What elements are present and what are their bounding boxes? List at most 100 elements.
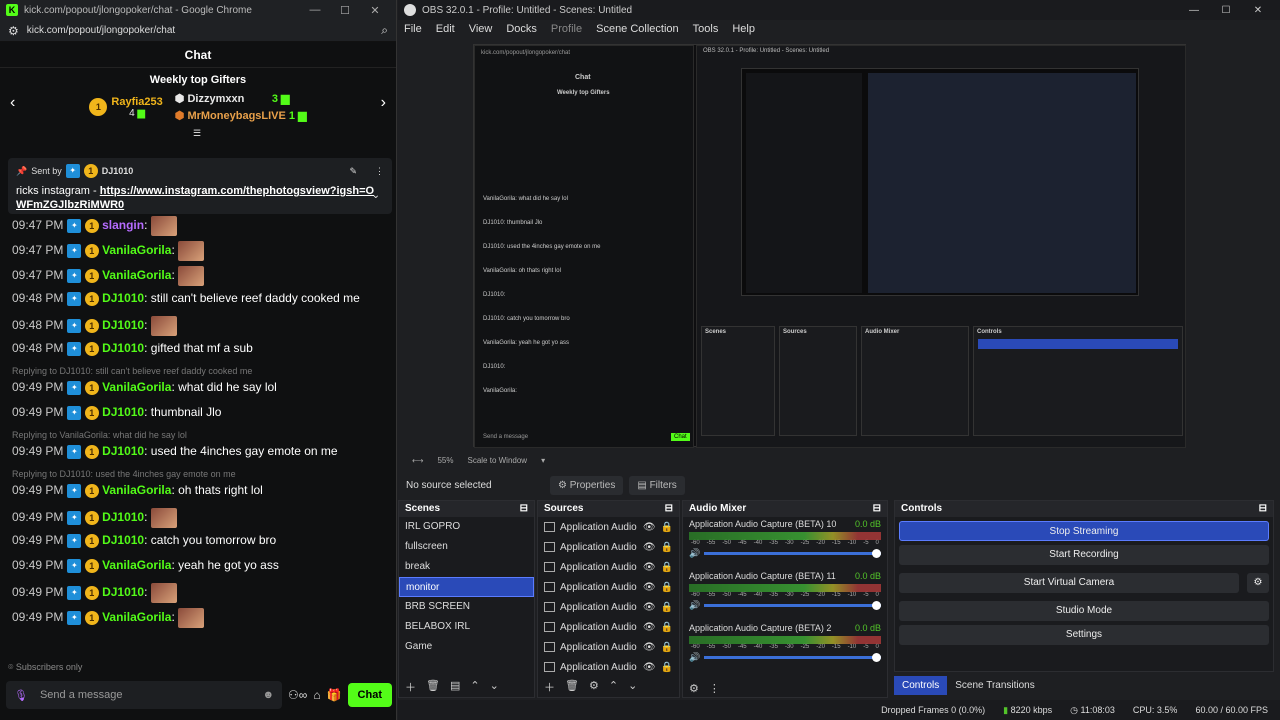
dock-undock-icon[interactable]: ⊟ — [665, 503, 673, 515]
speaker-icon[interactable]: 🔊 — [689, 548, 700, 559]
tab-controls[interactable]: Controls — [894, 676, 948, 695]
trash-icon[interactable]: 🗑 — [426, 679, 440, 695]
scene-item[interactable]: break — [399, 557, 534, 577]
scene-item[interactable]: fullscreen — [399, 537, 534, 557]
message-username[interactable]: DJ1010 — [102, 318, 144, 332]
more-icon[interactable]: ⋮ — [709, 682, 720, 695]
volume-slider[interactable] — [704, 653, 881, 662]
gift-sub-icon[interactable]: 🎁 — [327, 688, 342, 702]
address-bar[interactable]: ⚙ kick.com/popout/jlongopoker/chat ⌕ — [0, 20, 396, 42]
scene-item[interactable]: Game — [399, 637, 534, 657]
message-username[interactable]: slangin — [102, 218, 144, 232]
move-up-icon[interactable]: ⌃ — [609, 679, 618, 695]
next-arrow-icon[interactable]: › — [381, 94, 386, 112]
pinned-user[interactable]: DJ1010 — [102, 166, 134, 176]
lock-icon[interactable]: 🔒 — [661, 622, 673, 633]
lock-icon[interactable]: 🔒 — [661, 542, 673, 553]
close-icon[interactable]: ✕ — [360, 4, 390, 17]
lock-icon[interactable]: 🔒 — [661, 642, 673, 653]
menu-tools[interactable]: Tools — [693, 23, 719, 35]
eye-icon[interactable]: 👁 — [643, 562, 656, 573]
dock-undock-icon[interactable]: ⊟ — [1259, 503, 1267, 515]
preview-canvas[interactable]: kick.com/popout/jlongopoker/chat Chat We… — [473, 44, 1186, 448]
message-username[interactable]: VanilaGorila — [102, 483, 171, 497]
zoom-icon[interactable]: ⌕ — [381, 23, 388, 38]
close-icon[interactable]: ✕ — [1242, 5, 1274, 16]
stop-streaming-button[interactable]: Stop Streaming — [899, 521, 1269, 541]
site-settings-icon[interactable]: ⚙ — [8, 24, 19, 38]
menu-edit[interactable]: Edit — [436, 23, 455, 35]
message-username[interactable]: VanilaGorila — [102, 610, 171, 624]
minimize-icon[interactable]: — — [1178, 5, 1210, 16]
resize-icon[interactable]: ⟷ — [412, 456, 423, 465]
gear-icon[interactable]: ⚙ — [1247, 573, 1269, 593]
volume-knob[interactable] — [872, 601, 881, 610]
menu-view[interactable]: View — [469, 23, 493, 35]
tab-scene-transitions[interactable]: Scene Transitions — [947, 676, 1043, 695]
top-gifter[interactable]: 1 Rayfia253 4 ▆ — [89, 92, 163, 122]
lock-icon[interactable]: 🔒 — [661, 602, 673, 613]
volume-slider[interactable] — [704, 601, 881, 610]
chevron-down-icon[interactable]: ▾ — [541, 456, 545, 465]
message-username[interactable]: DJ1010 — [102, 341, 144, 355]
menu-help[interactable]: Help — [732, 23, 755, 35]
dock-undock-icon[interactable]: ⊟ — [873, 503, 881, 515]
filter-icon[interactable]: ▤ — [450, 679, 460, 695]
scene-item[interactable]: monitor — [399, 577, 534, 597]
prev-arrow-icon[interactable]: ‹ — [10, 94, 15, 112]
source-item[interactable]: Application Audio 👁 🔒 — [538, 537, 679, 557]
scale-mode[interactable]: Scale to Window — [467, 456, 527, 465]
lock-icon[interactable]: 🔒 — [661, 562, 673, 573]
source-item[interactable]: Application Audio 👁 🔒 — [538, 557, 679, 577]
scene-item[interactable]: IRL GOPRO — [399, 517, 534, 537]
message-username[interactable]: DJ1010 — [102, 510, 144, 524]
url-text[interactable]: kick.com/popout/jlongopoker/chat — [27, 25, 382, 36]
studio-mode-button[interactable]: Studio Mode — [899, 601, 1269, 621]
eye-icon[interactable]: 👁 — [643, 582, 656, 593]
reply-context[interactable]: Replying to DJ1010: still can't believe … — [12, 366, 252, 376]
eye-icon[interactable]: 👁 — [643, 622, 656, 633]
scene-item[interactable]: BELABOX IRL — [399, 617, 534, 637]
maximize-icon[interactable]: ☐ — [1210, 5, 1242, 16]
start-virtual-camera-button[interactable]: Start Virtual Camera — [899, 573, 1239, 593]
source-item[interactable]: Application Audio 👁 🔒 — [538, 617, 679, 637]
volume-knob[interactable] — [872, 549, 881, 558]
eye-icon[interactable]: 👁 — [643, 662, 656, 673]
advanced-audio-icon[interactable]: ⚙ — [689, 682, 699, 695]
chevron-down-icon[interactable]: ⌄ — [372, 190, 380, 201]
reply-context[interactable]: Replying to DJ1010: used the 4inches gay… — [12, 469, 236, 479]
move-up-icon[interactable]: ⌃ — [470, 679, 479, 695]
source-item[interactable]: Application Audio 👁 🔒 — [538, 637, 679, 657]
reply-context[interactable]: Replying to VanilaGorila: what did he sa… — [12, 430, 187, 440]
source-item[interactable]: Application Audio 👁 🔒 — [538, 577, 679, 597]
emote-picker-icon[interactable]: ⚇∞ — [288, 688, 307, 702]
source-item[interactable]: Application Audio 👁 🔒 — [538, 517, 679, 537]
gifter-row[interactable]: ⬢ Dizzymxxn 3 ▆ — [175, 92, 290, 105]
settings-button[interactable]: Settings — [899, 625, 1269, 645]
menu-scene-collection[interactable]: Scene Collection — [596, 23, 679, 35]
menu-profile[interactable]: Profile — [551, 23, 582, 35]
volume-knob[interactable] — [872, 653, 881, 662]
properties-button[interactable]: ⚙ Properties — [550, 475, 624, 495]
message-username[interactable]: DJ1010 — [102, 291, 144, 305]
volume-slider[interactable] — [704, 549, 881, 558]
lock-icon[interactable]: 🔒 — [661, 662, 673, 673]
menu-file[interactable]: File — [404, 23, 422, 35]
message-username[interactable]: VanilaGorila — [102, 243, 171, 257]
scene-item[interactable]: BRB SCREEN — [399, 597, 534, 617]
message-username[interactable]: VanilaGorila — [102, 380, 171, 394]
more-icon[interactable]: ⋮ — [375, 166, 384, 177]
menu-docks[interactable]: Docks — [506, 23, 537, 35]
message-username[interactable]: DJ1010 — [102, 405, 144, 419]
store-icon[interactable]: ⌂ — [313, 688, 320, 702]
unpin-icon[interactable]: ✎ — [349, 166, 357, 177]
zoom-level[interactable]: 55% — [437, 456, 453, 465]
trash-icon[interactable]: 🗑 — [565, 679, 579, 695]
add-icon[interactable]: ＋ — [544, 679, 555, 695]
speaker-icon[interactable]: 🔊 — [689, 600, 700, 611]
eye-icon[interactable]: 👁 — [643, 542, 656, 553]
message-username[interactable]: VanilaGorila — [102, 558, 171, 572]
message-username[interactable]: DJ1010 — [102, 585, 144, 599]
message-username[interactable]: VanilaGorila — [102, 268, 171, 282]
lock-icon[interactable]: 🔒 — [661, 522, 673, 533]
